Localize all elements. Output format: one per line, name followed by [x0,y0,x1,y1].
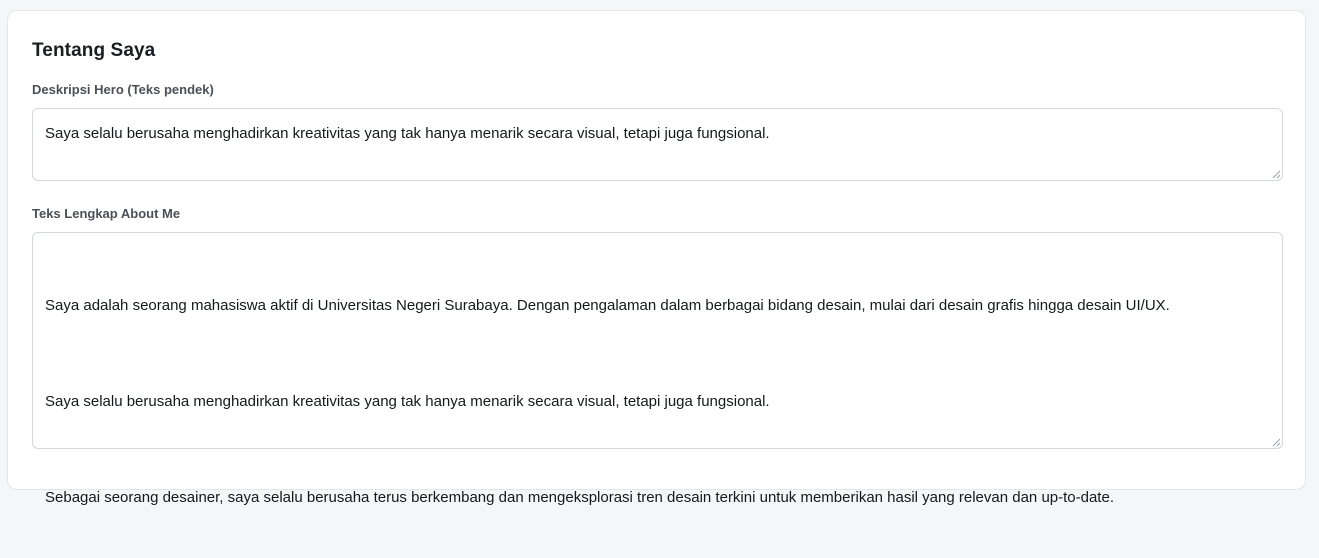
resize-grip-icon[interactable] [1272,170,1281,179]
hero-description-label: Deskripsi Hero (Teks pendek) [32,82,214,97]
section-title: Tentang Saya [32,40,156,61]
about-me-paragraph: Saya selalu berusaha menghadirkan kreati… [45,393,770,410]
about-me-textarea[interactable]: Saya adalah seorang mahasiswa aktif di U… [32,232,1283,506]
about-me-label: Teks Lengkap About Me [32,206,181,221]
about-me-value[interactable]: Saya adalah seorang mahasiswa aktif di U… [45,246,1270,558]
about-me-card: Tentang Saya Deskripsi Hero (Teks pendek… [7,10,1306,506]
about-me-paragraph: Saya adalah seorang mahasiswa aktif di U… [45,297,1170,314]
hero-description-value[interactable]: Saya selalu berusaha menghadirkan kreati… [45,122,1270,146]
hero-description-textarea[interactable]: Saya selalu berusaha menghadirkan kreati… [32,108,1283,181]
resize-grip-icon[interactable] [1272,438,1281,447]
about-me-paragraph: Sebagai seorang desainer, saya selalu be… [45,489,1114,506]
